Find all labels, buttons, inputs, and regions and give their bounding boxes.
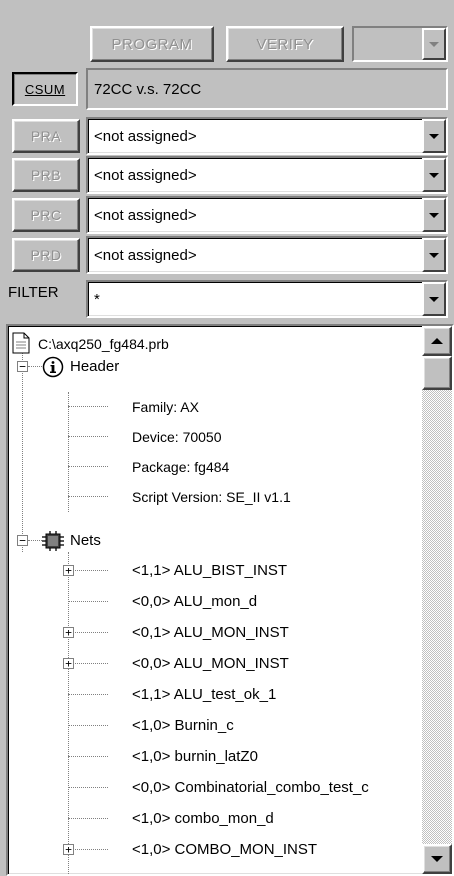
csum-value: 72CC v.s. 72CC — [94, 80, 202, 98]
tree-connector — [68, 849, 108, 850]
info-icon — [42, 356, 64, 382]
chip-icon — [42, 531, 64, 555]
chevron-down-icon — [429, 212, 439, 218]
header-collapse-toggle[interactable]: − — [17, 361, 28, 372]
prc-select[interactable]: <not assigned> — [86, 196, 448, 234]
tree-connector — [68, 818, 108, 819]
filter-select-arrow[interactable] — [422, 282, 446, 316]
net-item-label: <1,1> ALU_test_ok_1 — [132, 686, 277, 703]
csum-button-label: CSUM — [24, 81, 66, 97]
csum-button[interactable]: CSUM — [12, 72, 78, 106]
net-item-label: <1,0> combo_mon_d — [132, 810, 274, 827]
scroll-thumb[interactable] — [422, 356, 452, 390]
net-expand-toggle[interactable]: + — [63, 844, 74, 855]
file-icon — [12, 332, 30, 358]
net-item-label: <0,0> Combinatorial_combo_test_c — [132, 779, 369, 796]
net-item-label: <0,0> ALU_mon_d — [132, 593, 258, 610]
tree-connector — [68, 466, 108, 467]
tree-connector — [28, 540, 42, 541]
net-item-label: <1,0> burnin_latZ0 — [132, 748, 258, 765]
tree-connector — [28, 366, 42, 367]
prc-select-value: <not assigned> — [94, 206, 197, 224]
filter-select[interactable]: * — [86, 280, 448, 318]
tree-connector — [68, 392, 69, 512]
chevron-down-icon — [429, 172, 439, 178]
tree-connector — [68, 663, 108, 664]
prd-select-value: <not assigned> — [94, 246, 197, 264]
pra-select-value: <not assigned> — [94, 127, 197, 145]
prc-select-arrow[interactable] — [422, 198, 446, 232]
pra-button[interactable]: PRA — [12, 119, 80, 153]
net-expand-toggle[interactable]: + — [63, 658, 74, 669]
filter-select-value: * — [94, 290, 100, 308]
tree-connector — [68, 601, 108, 602]
program-button[interactable]: PROGRAM — [90, 26, 214, 62]
prb-button[interactable]: PRB — [12, 158, 80, 192]
tree-connector — [68, 756, 108, 757]
tree-connector — [68, 787, 108, 788]
net-item-label: <0,1> ALU_MON_INST — [132, 624, 289, 641]
net-item-label: <1,0> COMBO_MON_INST — [132, 841, 318, 858]
pra-select[interactable]: <not assigned> — [86, 117, 448, 155]
device-dropdown-arrow[interactable] — [422, 28, 446, 60]
chevron-down-icon — [429, 252, 439, 258]
chevron-down-icon — [429, 41, 439, 47]
tree-content: C:\axq250_fg484.prb − Header Family: AX — [8, 326, 422, 874]
prb-select-value: <not assigned> — [94, 166, 197, 184]
prd-select[interactable]: <not assigned> — [86, 236, 448, 274]
chevron-down-icon — [429, 133, 439, 139]
tree-connector — [68, 570, 108, 571]
net-expand-toggle[interactable]: + — [63, 627, 74, 638]
verify-button-label: VERIFY — [256, 35, 314, 53]
program-button-label: PROGRAM — [111, 35, 193, 53]
net-item-label: <0,0> ALU_MON_INST — [132, 655, 289, 672]
chevron-down-icon — [429, 296, 439, 302]
net-item-label: <1,0> Burnin_c — [132, 717, 234, 734]
header-field-label: Script Version: SE_II v1.1 — [132, 488, 291, 505]
prb-select-arrow[interactable] — [422, 158, 446, 192]
net-tree-view[interactable]: C:\axq250_fg484.prb − Header Family: AX — [6, 324, 454, 876]
scroll-down-arrow-icon — [431, 856, 443, 862]
tree-root-label: C:\axq250_fg484.prb — [38, 335, 169, 352]
prd-button[interactable]: PRD — [12, 238, 80, 272]
nets-collapse-toggle[interactable]: − — [17, 535, 28, 546]
scroll-down-button[interactable] — [422, 844, 452, 874]
tree-connector — [68, 406, 108, 407]
tree-connector — [68, 436, 108, 437]
tree-connector — [68, 496, 108, 497]
device-dropdown[interactable] — [352, 26, 448, 62]
filter-label: FILTER — [8, 284, 59, 301]
pra-select-arrow[interactable] — [422, 119, 446, 153]
tree-connector — [68, 694, 108, 695]
tree-connector — [68, 632, 108, 633]
scroll-up-button[interactable] — [422, 326, 452, 356]
tree-vertical-scrollbar[interactable] — [422, 326, 452, 874]
net-expand-toggle[interactable]: + — [63, 565, 74, 576]
pra-button-label: PRA — [30, 128, 62, 144]
verify-button[interactable]: VERIFY — [226, 26, 344, 62]
header-field-label: Device: 70050 — [132, 428, 222, 445]
scroll-up-arrow-icon — [431, 338, 443, 344]
prc-button-label: PRC — [30, 207, 62, 223]
prb-button-label: PRB — [30, 167, 62, 183]
prd-button-label: PRD — [30, 247, 62, 263]
header-node-label: Header — [70, 358, 120, 375]
net-item-label: <1,1> ALU_BIST_INST — [132, 562, 288, 579]
csum-display: 72CC v.s. 72CC — [86, 68, 448, 110]
tree-connector — [22, 352, 23, 552]
header-field-label: Family: AX — [132, 398, 199, 415]
tree-connector — [68, 725, 108, 726]
nets-node-label: Nets — [70, 532, 101, 549]
prb-select[interactable]: <not assigned> — [86, 156, 448, 194]
prc-button[interactable]: PRC — [12, 198, 80, 232]
header-field-label: Package: fg484 — [132, 458, 230, 475]
prd-select-arrow[interactable] — [422, 238, 446, 272]
